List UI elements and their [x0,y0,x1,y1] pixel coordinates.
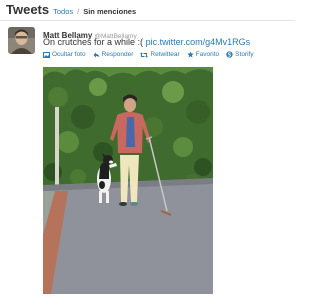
header-divider [0,20,295,21]
tweet-body: On crutches for a while :( [43,37,144,47]
timeline-title: Tweets [6,2,50,17]
hide-photo-button[interactable]: Ocultar foto [43,51,86,58]
storify-label: Storify [235,51,254,58]
favorite-label: Favorito [195,51,220,58]
reply-label: Responder [101,51,134,58]
tweet-actions: Ocultar foto Responder Retwittear Favori… [43,51,254,58]
hide-photo-label: Ocultar foto [52,51,86,58]
retweet-label: Retwittear [150,51,180,58]
tab-separator: / [77,7,80,16]
star-icon [186,51,194,58]
tab-all[interactable]: Todos [53,7,73,16]
photo-icon [43,51,50,58]
storify-icon [226,51,233,58]
tweet-photo-link[interactable]: pic.twitter.com/g4Mv1RGs [146,37,251,47]
storify-button[interactable]: Storify [226,51,254,58]
avatar[interactable] [8,27,35,54]
tweet-text: On crutches for a while :( pic.twitter.c… [43,37,250,47]
reply-button[interactable]: Responder [93,51,134,58]
tab-no-mentions[interactable]: Sin menciones [83,7,136,16]
retweet-button[interactable]: Retwittear [140,51,180,58]
tweet-photo[interactable] [43,67,213,294]
favorite-button[interactable]: Favorito [186,51,220,58]
reply-icon [93,52,100,58]
timeline-header: Tweets Todos / Sin menciones [6,2,136,18]
retweet-icon [140,52,149,58]
timeline-panel: Tweets Todos / Sin menciones Matt Bellam… [0,0,295,300]
